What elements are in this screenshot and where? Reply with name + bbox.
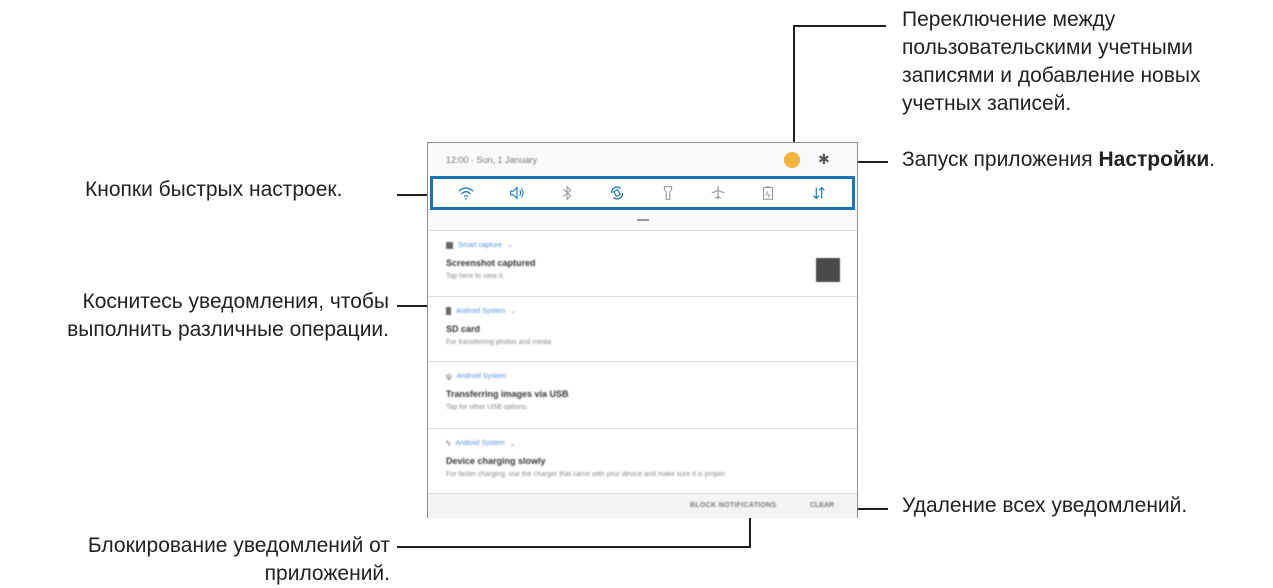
chevron-down-icon[interactable]: ⌄ (507, 241, 513, 249)
notification-app-name: Android System (456, 307, 506, 315)
notification-subtitle: Tap for other USB options. (446, 404, 529, 411)
quick-settings-bar (430, 176, 855, 210)
block-notifications-button[interactable]: BLOCK NOTIFICATIONS (690, 502, 776, 509)
power-saving-icon[interactable] (757, 182, 779, 204)
image-icon (446, 241, 453, 249)
leader-accounts-v (793, 25, 795, 149)
notification-subtitle: Tap here to view it. (446, 273, 505, 280)
sound-icon[interactable] (506, 182, 528, 204)
airplane-mode-icon[interactable] (707, 182, 729, 204)
notification-subtitle: For transferring photos and media (446, 339, 552, 346)
flashlight-icon[interactable] (657, 182, 679, 204)
leader-accounts-h (794, 25, 886, 27)
sd-card-icon (446, 307, 451, 315)
panel-status-bar: 12:00 · Sun, 1 January ✱ (428, 143, 857, 177)
clear-button[interactable]: CLEAR (810, 502, 834, 509)
auto-rotate-icon[interactable] (606, 182, 628, 204)
leader-block-h (397, 546, 751, 548)
notification-app: Android System ⌄ (446, 307, 516, 315)
date-time: 12:00 · Sun, 1 January (446, 155, 538, 165)
callout-accounts: Переключение между пользовательскими уче… (902, 8, 1201, 115)
mobile-data-icon[interactable] (808, 182, 830, 204)
notification-item[interactable]: Smart capture ⌄ Screenshot captured Tap h… (428, 230, 857, 296)
notification-app-name: Android System (455, 440, 505, 447)
callout-quick-buttons: Кнопки быстрых настроек. (85, 178, 343, 201)
notification-title: SD card (446, 324, 481, 334)
notification-title: Screenshot captured (446, 258, 536, 268)
notification-title: Device charging slowly (446, 456, 546, 466)
charging-icon: ϟ (446, 439, 451, 448)
notification-actions-bar: BLOCK NOTIFICATIONS CLEAR (428, 493, 857, 518)
usb-icon: ψ (446, 372, 452, 381)
leader-quick (397, 194, 428, 196)
notification-app: ψ Android System (446, 372, 506, 381)
notification-app: ϟ Android System ⌄ (446, 439, 516, 448)
panel-drag-handle[interactable] (637, 219, 649, 221)
callout-block: Блокирование уведомлений от приложений. (87, 534, 390, 585)
settings-gear-icon[interactable]: ✱ (818, 151, 830, 167)
notification-app-name: Smart capture (458, 241, 502, 249)
notification-item[interactable]: ϟ Android System ⌄ Device charging slowly … (428, 428, 857, 493)
chevron-down-icon[interactable]: ⌄ (510, 440, 516, 448)
callout-settings-suffix: . (1209, 148, 1216, 171)
notification-subtitle: For faster charging, use the charger tha… (446, 471, 727, 478)
notification-item[interactable]: Android System ⌄ SD card For transferring… (428, 296, 857, 361)
notification-item[interactable]: ψ Android System Transferring images via … (428, 361, 857, 428)
user-account-icon[interactable] (784, 152, 800, 168)
chevron-down-icon[interactable]: ⌄ (510, 307, 516, 315)
screenshot-thumbnail (816, 258, 840, 282)
notification-app-name: Android System (456, 373, 507, 380)
notification-title: Transferring images via USB (446, 389, 569, 399)
wifi-icon[interactable] (455, 182, 477, 204)
callout-settings-prefix: Запуск приложения (902, 148, 1099, 171)
callout-settings-bold: Настройки (1098, 148, 1210, 171)
notification-app: Smart capture ⌄ (446, 241, 513, 249)
callout-tap-notification: Коснитесь уведомления, чтобы выполнить р… (67, 290, 389, 341)
callout-settings: Запуск приложения Настройки. (902, 146, 1215, 174)
notification-panel: 12:00 · Sun, 1 January ✱ Smart capture ⌄… (427, 142, 858, 518)
callout-clear-all: Удаление всех уведомлений. (902, 494, 1188, 517)
bluetooth-icon[interactable] (556, 182, 578, 204)
